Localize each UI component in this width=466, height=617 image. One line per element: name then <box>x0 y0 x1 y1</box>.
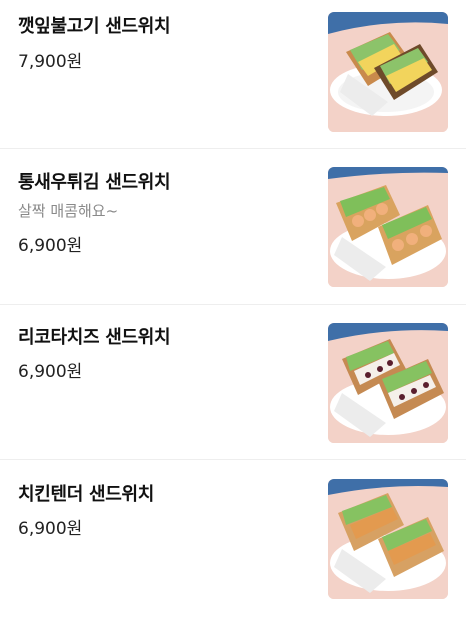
sandwich-image-icon <box>328 479 448 599</box>
sandwich-photo[interactable] <box>328 479 448 599</box>
sandwich-photo[interactable] <box>328 323 448 443</box>
menu-item-price: 6,900원 <box>18 236 83 256</box>
menu-item-price: 6,900원 <box>18 362 83 382</box>
menu-item-name: 리코타치즈 샌드위치 <box>18 327 171 348</box>
sandwich-image-icon <box>328 12 448 132</box>
menu-item-description: 살짝 매콤해요~ <box>18 202 119 220</box>
menu-item-chicken[interactable]: 치킨텐더 샌드위치 6,900원 <box>0 460 466 617</box>
sandwich-photo[interactable] <box>328 12 448 132</box>
sandwich-image-icon <box>328 323 448 443</box>
menu-item-name: 깻잎불고기 샌드위치 <box>18 16 171 37</box>
menu-item-price: 7,900원 <box>18 52 83 72</box>
menu-list: 깻잎불고기 샌드위치 7,900원 통새우튀김 샌드위치 살짝 매콤해요~ 6,… <box>0 0 466 617</box>
sandwich-image-icon <box>328 167 448 287</box>
sandwich-photo[interactable] <box>328 167 448 287</box>
menu-item-ricotta[interactable]: 리코타치즈 샌드위치 6,900원 <box>0 305 466 460</box>
menu-item-bulgogi[interactable]: 깻잎불고기 샌드위치 7,900원 <box>0 0 466 149</box>
menu-item-name: 통새우튀김 샌드위치 <box>18 172 171 193</box>
menu-item-price: 6,900원 <box>18 519 83 539</box>
menu-item-name: 치킨텐더 샌드위치 <box>18 484 155 505</box>
menu-item-shrimp[interactable]: 통새우튀김 샌드위치 살짝 매콤해요~ 6,900원 <box>0 149 466 305</box>
